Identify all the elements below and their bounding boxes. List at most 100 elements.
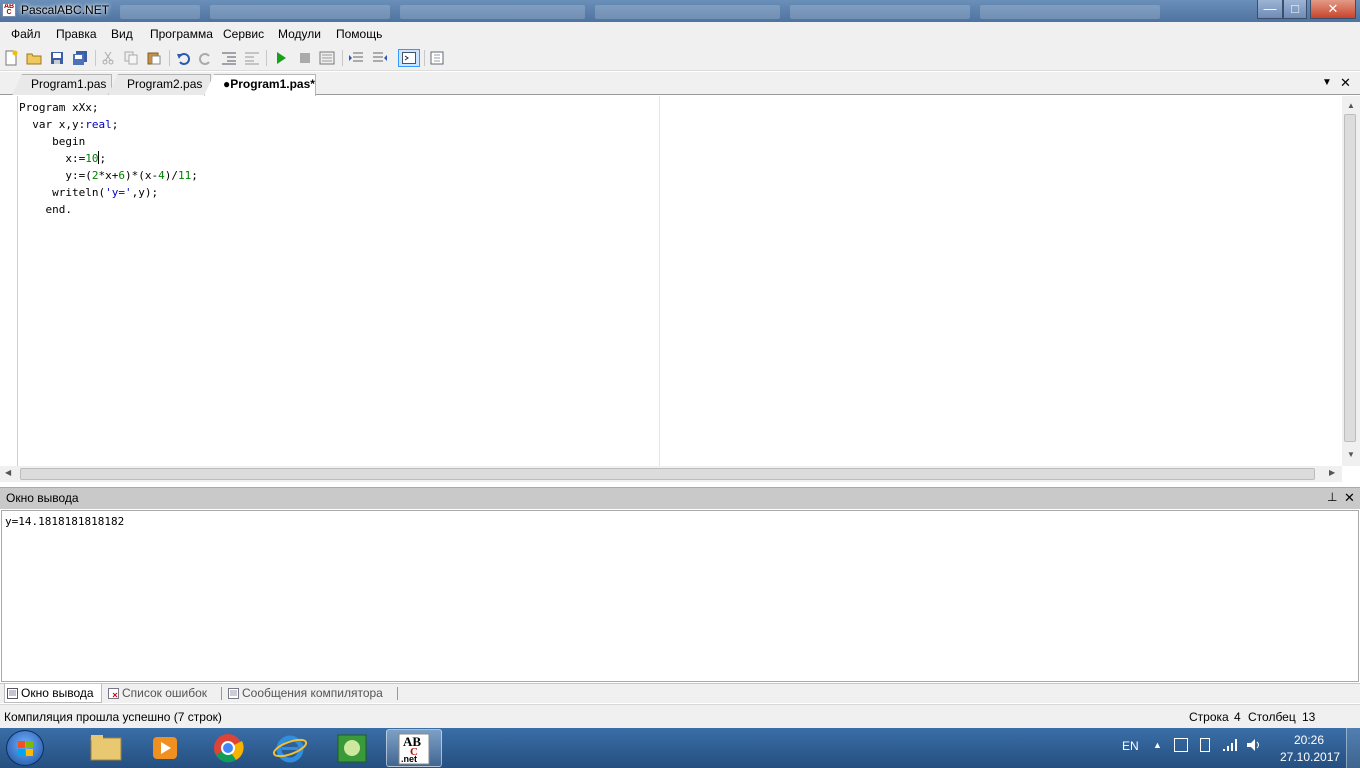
- toolbar: [0, 45, 1360, 71]
- code-line[interactable]: Program xXx;: [19, 99, 198, 116]
- app-window: AB C PascalABC.NET — □ ✕ Файл Правка Вид …: [0, 0, 1360, 768]
- output-window[interactable]: y=14.1818181818182: [1, 510, 1359, 682]
- step-over-icon[interactable]: [371, 49, 389, 67]
- close-panel-icon[interactable]: ✕: [1344, 490, 1355, 506]
- show-desktop-button[interactable]: [1346, 728, 1360, 768]
- close-tab-icon[interactable]: ✕: [1340, 75, 1351, 91]
- bottom-tabs: Окно вывода Список ошибок Сообщения комп…: [0, 683, 1360, 703]
- column-label: Столбец: [1248, 710, 1296, 724]
- tab-compiler-messages[interactable]: Сообщения компилятора: [226, 684, 383, 703]
- code-token: ;: [191, 169, 198, 182]
- tab-program2[interactable]: Program2.pas: [108, 74, 211, 95]
- compile-icon[interactable]: [318, 49, 336, 67]
- step-into-icon[interactable]: [347, 49, 365, 67]
- tab-output-window-label: Окно вывода: [21, 686, 94, 700]
- code-token: 'y=': [105, 186, 132, 199]
- pascalabc-app-icon: AB C: [2, 3, 16, 17]
- copy-icon[interactable]: [122, 49, 140, 67]
- language-indicator[interactable]: EN: [1122, 739, 1139, 753]
- code-token: writeln(: [52, 186, 106, 199]
- editor-vertical-scrollbar[interactable]: ▲ ▼: [1342, 96, 1360, 466]
- code-line[interactable]: var x,y:real;: [19, 116, 198, 133]
- code-token: begin: [52, 135, 86, 148]
- output-window-toggle-icon[interactable]: [398, 49, 420, 67]
- stop-icon[interactable]: [296, 49, 314, 67]
- maximize-button[interactable]: □: [1283, 0, 1307, 19]
- error-list-icon: [108, 688, 119, 699]
- code-text[interactable]: Program xXx; var x,y:real; begin x:=10; …: [19, 99, 198, 218]
- menu-file[interactable]: Файл: [11, 27, 41, 41]
- form-designer-icon[interactable]: [428, 49, 446, 67]
- usb-device-icon[interactable]: [1200, 738, 1210, 752]
- close-window-button[interactable]: ✕: [1310, 0, 1356, 19]
- clock-time[interactable]: 20:26: [1294, 733, 1324, 747]
- start-button-icon[interactable]: [6, 730, 44, 766]
- menu-edit[interactable]: Правка: [56, 27, 97, 41]
- pascalabc-taskbar-icon[interactable]: AB C .net: [386, 729, 442, 767]
- green-app-taskbar-icon[interactable]: [324, 729, 380, 767]
- code-token: y:=(: [65, 169, 92, 182]
- menu-program[interactable]: Программа: [150, 27, 213, 41]
- minimize-button[interactable]: —: [1257, 0, 1283, 19]
- cut-icon[interactable]: [99, 49, 117, 67]
- output-panel-title: Окно вывода: [6, 491, 79, 505]
- open-folder-icon[interactable]: [25, 49, 43, 67]
- tab-output-window[interactable]: Окно вывода: [4, 684, 102, 703]
- menu-service[interactable]: Сервис: [223, 27, 264, 41]
- row-label: Строка: [1189, 710, 1229, 724]
- code-token: 11: [177, 169, 192, 182]
- code-token: 4: [158, 169, 165, 182]
- new-file-icon[interactable]: [2, 49, 20, 67]
- tab-compiler-messages-label: Сообщения компилятора: [242, 686, 383, 700]
- menu-bar: Файл Правка Вид Программа Сервис Модули …: [0, 22, 1360, 45]
- explorer-taskbar-icon[interactable]: [78, 729, 134, 767]
- code-token: )*(x-: [124, 169, 159, 182]
- code-token: ;: [111, 118, 119, 131]
- editor-tabs: Program1.pas Program2.pas ●Program1.pas*…: [0, 72, 1360, 96]
- indent-icon[interactable]: [220, 49, 238, 67]
- code-line[interactable]: begin: [19, 133, 198, 150]
- save-icon[interactable]: [48, 49, 66, 67]
- editor-horizontal-scrollbar[interactable]: ◀ ▶: [0, 466, 1342, 482]
- tab-list-dropdown-icon[interactable]: ▼: [1322, 77, 1332, 88]
- tab-error-list[interactable]: Список ошибок: [106, 684, 207, 703]
- action-center-icon[interactable]: [1174, 738, 1188, 752]
- status-bar: Компиляция прошла успешно (7 строк) Стро…: [0, 704, 1360, 728]
- pin-icon[interactable]: ⊥: [1327, 490, 1337, 504]
- code-token: *x+: [98, 169, 119, 182]
- output-window-icon: [7, 688, 18, 699]
- tab-program1-modified[interactable]: ●Program1.pas*: [204, 74, 316, 96]
- run-icon[interactable]: [272, 49, 290, 67]
- code-token: 10: [85, 152, 99, 165]
- media-player-taskbar-icon[interactable]: [138, 729, 194, 767]
- internet-explorer-taskbar-icon[interactable]: [262, 729, 318, 767]
- network-signal-icon[interactable]: [1222, 738, 1238, 752]
- code-line[interactable]: y:=(2*x+6)*(x-4)/11;: [19, 167, 198, 184]
- code-line[interactable]: end.: [19, 201, 198, 218]
- paste-icon[interactable]: [145, 49, 163, 67]
- taskbar: AB C .net EN ▲ 20:26 27.10.2017: [0, 728, 1360, 768]
- redo-icon[interactable]: [197, 49, 215, 67]
- code-editor[interactable]: Program xXx; var x,y:real; begin x:=10; …: [0, 96, 1360, 466]
- editor-split-line: [659, 96, 660, 466]
- volume-icon[interactable]: [1246, 738, 1262, 752]
- unindent-icon[interactable]: [243, 49, 261, 67]
- menu-modules[interactable]: Модули: [278, 27, 321, 41]
- undo-icon[interactable]: [174, 49, 192, 67]
- code-line[interactable]: writeln('y=',y);: [19, 184, 198, 201]
- column-value: 13: [1302, 710, 1316, 724]
- tab-program1[interactable]: Program1.pas: [12, 74, 112, 95]
- menu-view[interactable]: Вид: [111, 27, 133, 41]
- save-all-icon[interactable]: [71, 49, 89, 67]
- menu-help[interactable]: Помощь: [336, 27, 382, 41]
- show-hidden-icons-icon[interactable]: ▲: [1153, 740, 1162, 750]
- editor-gutter: [0, 96, 18, 466]
- output-panel-header: Окно вывода ⊥ ✕: [0, 487, 1360, 509]
- code-token: )/: [164, 169, 178, 182]
- code-line[interactable]: x:=10;: [19, 150, 198, 167]
- code-token: real: [85, 118, 112, 131]
- code-token: Program xXx;: [19, 101, 99, 114]
- code-token: 6: [118, 169, 125, 182]
- chrome-taskbar-icon[interactable]: [200, 729, 256, 767]
- clock-date[interactable]: 27.10.2017: [1280, 750, 1340, 764]
